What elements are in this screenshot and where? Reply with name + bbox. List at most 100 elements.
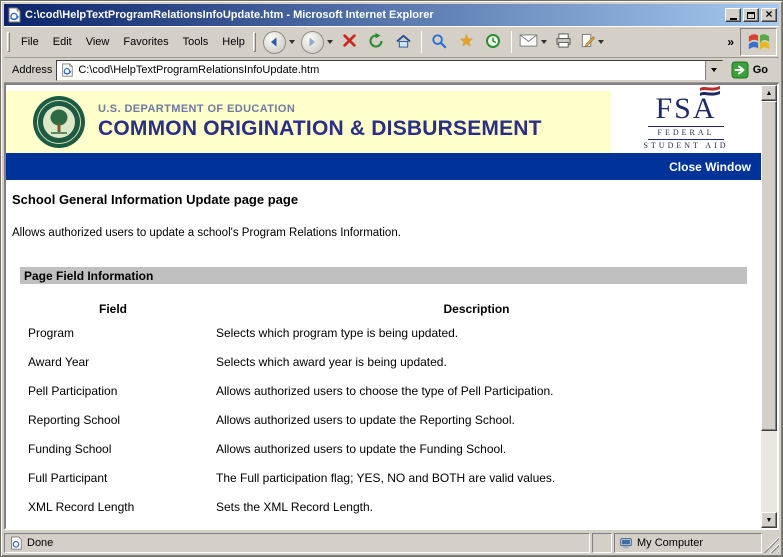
favorites-button[interactable]: ★: [453, 29, 480, 56]
table-row: Funding School Allows authorized users t…: [20, 434, 747, 463]
window-title: C:\cod\HelpTextProgramRelationsInfoUpdat…: [25, 9, 722, 21]
vertical-scrollbar[interactable]: ▲ ▼: [761, 85, 777, 528]
title-bar[interactable]: C:\cod\HelpTextProgramRelationsInfoUpdat…: [4, 4, 779, 26]
field-cell: Program: [20, 318, 206, 347]
table-row: Award Year Selects which award year is b…: [20, 347, 747, 376]
address-field: [56, 60, 722, 81]
fsa-logo: FSA FEDERAL STUDENT AID: [611, 91, 761, 153]
mail-button[interactable]: [516, 29, 550, 56]
forward-button[interactable]: [298, 29, 336, 56]
search-button[interactable]: [426, 29, 453, 56]
table-row: Reporting School Allows authorized users…: [20, 405, 747, 434]
back-icon: [263, 31, 286, 54]
stop-icon: [342, 33, 357, 51]
stop-button[interactable]: [336, 29, 363, 56]
minimize-button[interactable]: [725, 8, 741, 22]
status-bar: Done My Computer: [4, 530, 779, 553]
status-text: Done: [27, 537, 53, 549]
scroll-down-button[interactable]: ▼: [761, 512, 777, 528]
refresh-button[interactable]: [363, 29, 390, 56]
menu-file[interactable]: File: [14, 32, 46, 52]
field-info-table: Field Description Program Selects which …: [20, 298, 747, 521]
history-button[interactable]: [480, 29, 507, 56]
menu-view[interactable]: View: [79, 32, 117, 52]
forward-dropdown-icon: [327, 40, 333, 44]
favorites-star-icon: ★: [459, 34, 473, 50]
close-icon: ×: [765, 8, 772, 20]
browser-window: C:\cod\HelpTextProgramRelationsInfoUpdat…: [0, 0, 783, 557]
field-cell: Pell Participation: [20, 376, 206, 405]
close-button[interactable]: ×: [761, 8, 777, 22]
description-cell: Allows authorized users to update the Fu…: [206, 434, 747, 463]
toolbar-grip[interactable]: [253, 32, 256, 52]
edit-button[interactable]: [577, 29, 607, 56]
description-cell: Allows authorized users to choose the ty…: [206, 376, 747, 405]
close-window-link[interactable]: Close Window: [669, 160, 751, 174]
toolbar-separator: [511, 31, 512, 53]
go-button[interactable]: Go: [727, 61, 776, 79]
toolbar-overflow-chevron[interactable]: »: [723, 35, 738, 49]
chevron-down-icon: [711, 68, 717, 72]
help-page: U.S. DEPARTMENT OF EDUCATION COMMON ORIG…: [6, 85, 761, 528]
section-header: Page Field Information: [20, 267, 747, 284]
menu-favorites[interactable]: Favorites: [116, 32, 175, 52]
page-intro: Allows authorized users to update a scho…: [12, 227, 761, 239]
back-dropdown-icon: [289, 40, 295, 44]
minimize-icon: [730, 18, 737, 20]
mail-icon: [519, 34, 538, 50]
address-page-icon: [60, 63, 74, 77]
scrollbar-thumb[interactable]: [761, 101, 777, 431]
standard-buttons-toolbar: ★: [260, 29, 607, 56]
my-computer-icon: [619, 536, 633, 550]
field-column-header: Field: [20, 298, 206, 318]
search-icon: [431, 33, 447, 52]
address-bar: Address Go: [4, 58, 779, 83]
mail-dropdown-icon: [541, 40, 547, 44]
fsa-rule: [648, 139, 724, 140]
department-of-education-seal-icon: [32, 95, 86, 149]
menu-tools[interactable]: Tools: [176, 32, 216, 52]
description-column-header: Description: [206, 298, 747, 318]
menu-help[interactable]: Help: [215, 32, 252, 52]
description-cell: Sets the XML Record Length.: [206, 492, 747, 521]
window-resize-grip[interactable]: [764, 533, 779, 553]
ie-page-icon: [6, 7, 22, 23]
page-title: School General Information Update page p…: [12, 192, 761, 207]
cod-header-banner: U.S. DEPARTMENT OF EDUCATION COMMON ORIG…: [6, 91, 761, 153]
windows-logo-throbber: [740, 28, 777, 56]
table-row: Program Selects which program type is be…: [20, 318, 747, 347]
go-label: Go: [753, 64, 768, 76]
description-cell: The Full participation flag; YES, NO and…: [206, 463, 747, 492]
field-cell: XML Record Length: [20, 492, 206, 521]
menu-bar: File Edit View Favorites Tools Help: [14, 32, 252, 52]
agency-name: U.S. DEPARTMENT OF EDUCATION: [98, 103, 542, 115]
menu-edit[interactable]: Edit: [46, 32, 79, 52]
department-branding: U.S. DEPARTMENT OF EDUCATION COMMON ORIG…: [98, 103, 542, 141]
description-cell: Selects which program type is being upda…: [206, 318, 747, 347]
field-cell: Full Participant: [20, 463, 206, 492]
maximize-button[interactable]: [743, 8, 759, 22]
scroll-up-button[interactable]: ▲: [761, 85, 777, 101]
home-icon: [395, 33, 412, 51]
table-row: Full Participant The Full participation …: [20, 463, 747, 492]
print-button[interactable]: [550, 29, 577, 56]
description-cell: Selects which award year is being update…: [206, 347, 747, 376]
maximize-icon: [747, 12, 755, 19]
menubar-grip[interactable]: [7, 32, 10, 52]
refresh-icon: [368, 33, 384, 52]
table-row: Pell Participation Allows authorized use…: [20, 376, 747, 405]
application-title: COMMON ORIGINATION & DISBURSEMENT: [98, 117, 542, 141]
security-zone-panel: My Computer: [614, 533, 762, 553]
address-input[interactable]: [78, 61, 704, 80]
address-label: Address: [7, 64, 52, 76]
field-cell: Award Year: [20, 347, 206, 376]
home-button[interactable]: [390, 29, 417, 56]
back-button[interactable]: [260, 29, 298, 56]
status-page-icon: [9, 536, 23, 550]
status-spacer-panel: [592, 533, 612, 553]
description-cell: Allows authorized users to update the Re…: [206, 405, 747, 434]
zone-text: My Computer: [637, 537, 703, 549]
page-nav-bar: Close Window: [6, 153, 761, 180]
address-dropdown-button[interactable]: [705, 61, 722, 80]
field-cell: Funding School: [20, 434, 206, 463]
